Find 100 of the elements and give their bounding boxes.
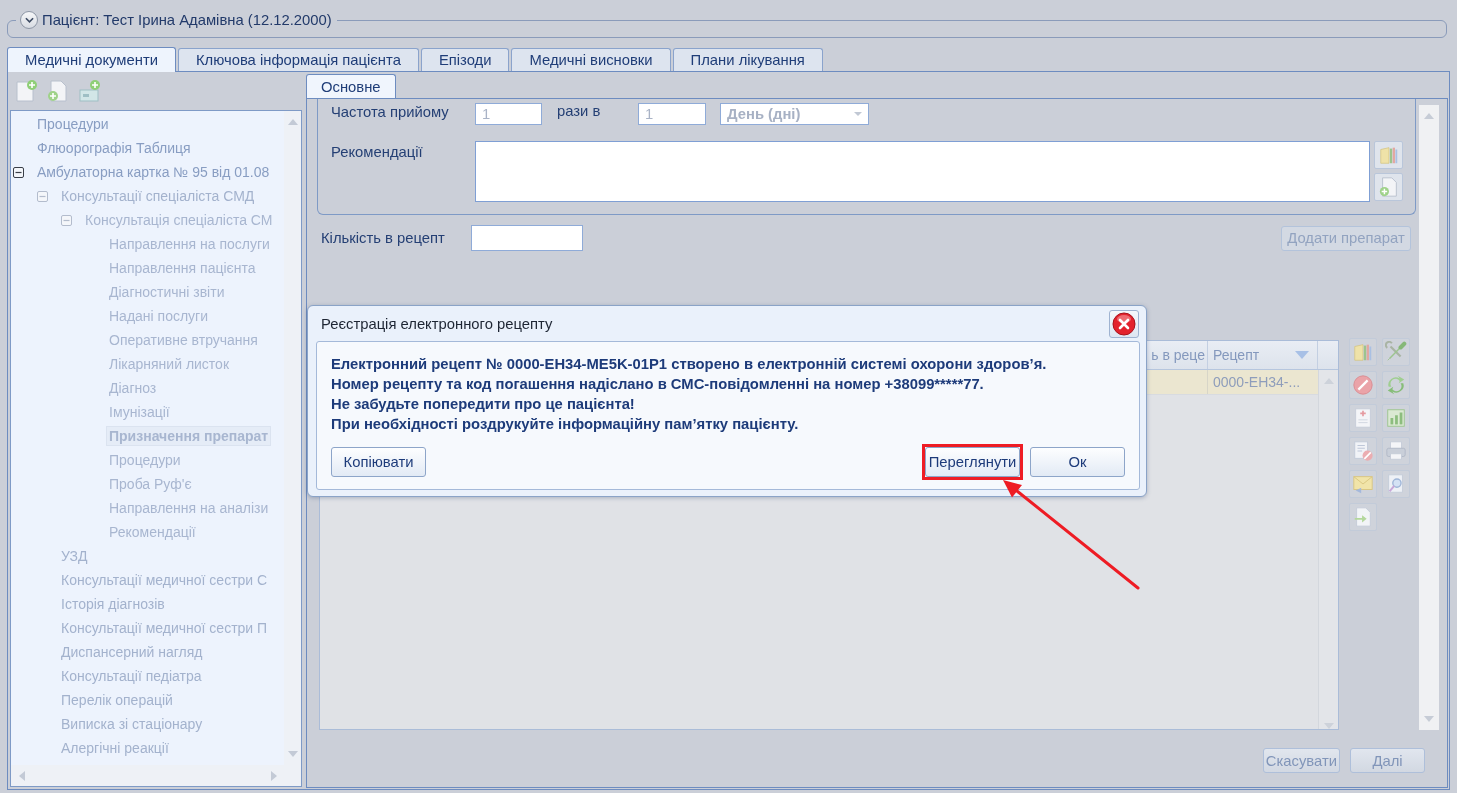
arrow-down-icon	[1424, 716, 1434, 722]
input-field[interactable]: 1	[475, 103, 542, 125]
tree-item[interactable]: Проба Руф'є	[106, 474, 195, 494]
toolbar-button[interactable]	[1349, 470, 1377, 498]
toolbar-button[interactable]	[1349, 404, 1377, 432]
tab[interactable]: Медичні документи	[7, 47, 176, 72]
tree-item[interactable]: Надані послуги	[106, 306, 212, 326]
field-label: Рекомендації	[331, 144, 424, 160]
input-field[interactable]	[471, 225, 583, 251]
tree-item[interactable]: Консультації спеціаліста СМД	[58, 186, 258, 206]
dropdown[interactable]: День (дні)	[720, 103, 869, 125]
toolbar-button[interactable]	[1382, 470, 1410, 498]
input-field[interactable]: 1	[638, 103, 706, 125]
collapse-button[interactable]	[20, 11, 38, 29]
tray-plus-icon	[78, 79, 102, 103]
sort-down-icon	[1295, 351, 1309, 359]
column-header[interactable]: Рецепт	[1208, 341, 1318, 369]
toolbar-button[interactable]	[1349, 371, 1377, 399]
tree-item[interactable]: Направлення пацієнта	[106, 258, 259, 278]
books-icon	[1352, 341, 1374, 363]
caret-down-icon	[854, 112, 862, 116]
toolbar-button[interactable]	[1349, 338, 1377, 366]
document-add-icon	[1377, 176, 1400, 198]
message-text: Не забудьте попередити про це пацієнта!	[331, 395, 636, 414]
arrow-down-icon	[1323, 723, 1334, 729]
toolbar-button[interactable]	[1382, 371, 1410, 399]
bar-chart-icon	[1385, 407, 1407, 429]
tree-item[interactable]: Перелік операцій	[58, 690, 176, 710]
tree-item[interactable]: УЗД	[58, 546, 91, 566]
tree-item[interactable]: Консультація спеціаліста СМ	[82, 210, 276, 230]
tree-item[interactable]: Діагноз	[106, 378, 160, 398]
scrollbar[interactable]	[11, 765, 301, 786]
tree-item[interactable]: Алергічні реакції	[58, 738, 172, 758]
arrow-right-icon	[271, 770, 277, 781]
tree-item[interactable]: Призначення препарат	[106, 426, 272, 446]
tree-item[interactable]: Рекомендації	[106, 522, 199, 542]
tree-item[interactable]: Флюорографія Таблиця	[34, 138, 194, 158]
table-cell-text: 0000-EH34-...	[1212, 373, 1302, 392]
tree-item[interactable]: Консультації педіатра	[58, 666, 205, 686]
document-plus-icon	[14, 79, 38, 103]
field-label: Кількість в рецепт	[321, 230, 446, 246]
arrow-down-icon	[287, 751, 298, 757]
tree-item[interactable]: Консультації медичної сестри П	[58, 618, 271, 638]
message-text: При необхідності роздрукуйте інформаційну пам’ятку пацієнту.	[331, 415, 800, 434]
tree-item[interactable]: Процедури	[34, 114, 112, 134]
tree-item[interactable]: Направлення на аналізи	[106, 498, 272, 518]
tree-item[interactable]: Виписка зі стаціонару	[58, 714, 206, 734]
tree-item[interactable]: Діагностичні звіти	[106, 282, 228, 302]
tree-item[interactable]: Імунізації	[106, 402, 173, 422]
field-label: Частота прийому	[331, 104, 450, 120]
close-button[interactable]	[1109, 309, 1139, 338]
dialog-button[interactable]: Переглянути	[925, 447, 1020, 477]
toolbar-button[interactable]	[1382, 338, 1410, 366]
tab[interactable]: Основне	[306, 74, 396, 98]
toolbar-button[interactable]	[1349, 437, 1377, 465]
dialog-button[interactable]: Ок	[1030, 447, 1125, 477]
cancel-button[interactable]: Скасувати	[1262, 748, 1340, 773]
next-button[interactable]: Далі	[1350, 748, 1425, 773]
tree-item[interactable]: Оперативне втручання	[106, 330, 261, 350]
envelope-icon	[1352, 473, 1374, 495]
message-text: Електронний рецепт № 0000-EH34-ME5K-01P1 створено в електронній системі охорони здоров’я.	[331, 355, 1048, 374]
scrollbar[interactable]	[284, 111, 301, 765]
field-label: рази в	[557, 103, 602, 119]
message-text: Номер рецепту та код погашення надіслано в СМС-повідомленні на номер +38099*****77.	[331, 375, 985, 394]
patient-title: Пацієнт: Тест Ірина Адамівна (12.12.2000)	[42, 12, 332, 28]
no-entry-icon	[1352, 374, 1374, 396]
tab[interactable]: Медичні висновки	[511, 48, 671, 71]
tree-item[interactable]: Амбулаторна картка № 95 від 01.08	[34, 162, 273, 182]
dialog-button[interactable]: Копіювати	[331, 447, 426, 477]
toolbar-button[interactable]	[1382, 437, 1410, 465]
arrow-up-icon	[287, 119, 298, 125]
tab[interactable]: Плани лікування	[672, 48, 823, 71]
grid-row[interactable]: 0000-EH34-...	[1146, 370, 1318, 395]
toolbar-button[interactable]	[1349, 503, 1377, 531]
books-icon	[1377, 144, 1400, 166]
minus-box-icon[interactable]	[13, 166, 24, 178]
tree-item[interactable]: Лікарняний листок	[106, 354, 233, 374]
refresh-icon	[1385, 374, 1407, 396]
icon-button[interactable]	[1374, 173, 1403, 201]
tree-item[interactable]: Консультації медичної сестри С	[58, 570, 271, 590]
icon-button[interactable]	[1374, 141, 1403, 169]
tree-item[interactable]: Процедури	[106, 450, 184, 470]
tree-item[interactable]: Історія діагнозів	[58, 594, 168, 614]
tools-icon	[1385, 341, 1407, 363]
arrow-up-icon	[1424, 113, 1434, 119]
arrow-left-icon	[19, 770, 25, 781]
add-button[interactable]: Додати препарат	[1281, 225, 1411, 251]
document-arrow-icon	[1352, 506, 1374, 528]
dialog-title: Реєстрація електронного рецепту	[321, 315, 553, 332]
close-icon	[1112, 311, 1136, 336]
tree-item[interactable]: Направлення на послуги	[106, 234, 273, 254]
tab[interactable]: Ключова інформація пацієнта	[177, 48, 419, 71]
tree-item[interactable]: Диспансерний нагляд	[58, 642, 206, 662]
scrollbar[interactable]	[1419, 105, 1439, 730]
text-area[interactable]	[475, 141, 1370, 202]
printer-icon	[1385, 440, 1407, 462]
document-add-icon	[46, 79, 70, 103]
toolbar-button[interactable]	[1382, 404, 1410, 432]
document-blocked-icon	[1352, 440, 1374, 462]
tab[interactable]: Епізоди	[420, 48, 510, 71]
